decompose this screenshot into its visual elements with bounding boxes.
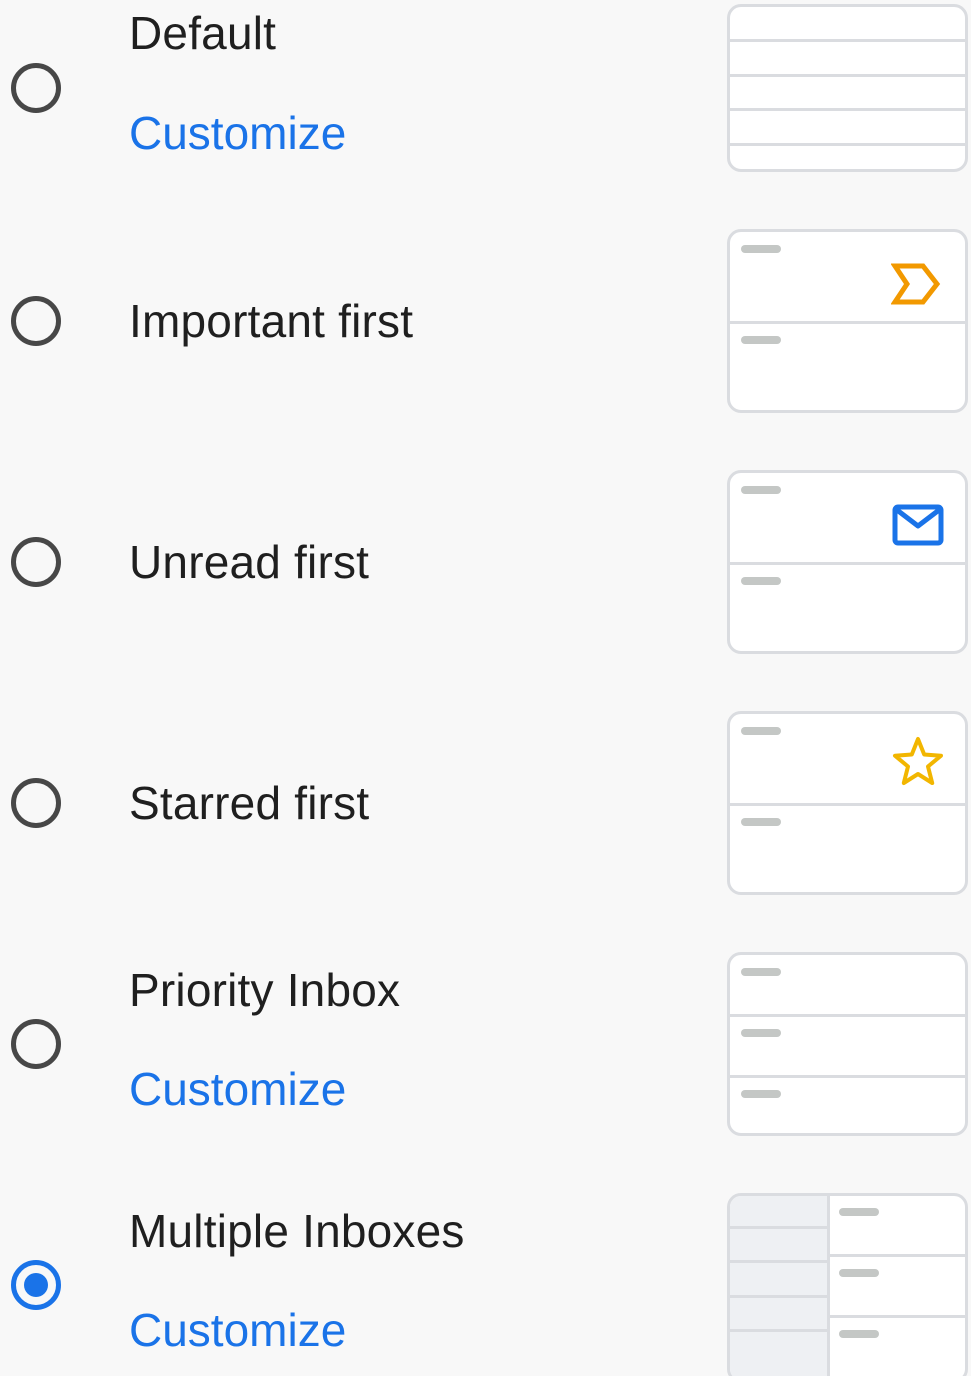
preview-side-pane bbox=[730, 1196, 830, 1376]
preview-row-divider bbox=[730, 39, 965, 42]
preview-line bbox=[741, 486, 781, 494]
preview-unread-first bbox=[727, 470, 968, 654]
option-label-multiple-inboxes: Multiple Inboxes bbox=[129, 1205, 465, 1257]
customize-default-link[interactable]: Customize bbox=[129, 110, 346, 156]
preview-important-first bbox=[727, 229, 968, 413]
preview-line bbox=[741, 818, 781, 826]
preview-row-divider bbox=[730, 321, 965, 324]
preview-row-divider bbox=[730, 1226, 827, 1229]
radio-unread-first[interactable] bbox=[11, 537, 61, 587]
preview-line bbox=[741, 727, 781, 735]
preview-priority-inbox bbox=[727, 952, 968, 1136]
preview-line bbox=[741, 245, 781, 253]
option-label-priority-inbox: Priority Inbox bbox=[129, 964, 401, 1016]
preview-row-divider bbox=[730, 803, 965, 806]
preview-multiple-inboxes bbox=[727, 1193, 968, 1376]
option-label-default: Default bbox=[129, 7, 277, 59]
customize-multiple-inboxes-link[interactable]: Customize bbox=[129, 1307, 346, 1353]
preview-line bbox=[741, 336, 781, 344]
customize-priority-inbox-link[interactable]: Customize bbox=[129, 1066, 346, 1112]
preview-line bbox=[839, 1330, 879, 1338]
inbox-type-settings: Default Customize Important first Unread… bbox=[0, 0, 971, 1376]
preview-line bbox=[839, 1208, 879, 1216]
preview-line bbox=[741, 968, 781, 976]
preview-row-divider bbox=[730, 1014, 965, 1017]
preview-line bbox=[839, 1269, 879, 1277]
radio-default[interactable] bbox=[11, 63, 61, 113]
option-label-starred-first: Starred first bbox=[129, 777, 370, 829]
preview-row-divider bbox=[730, 1329, 827, 1332]
radio-starred-first[interactable] bbox=[11, 778, 61, 828]
preview-row-divider bbox=[730, 143, 965, 146]
radio-multiple-inboxes[interactable] bbox=[11, 1260, 61, 1310]
preview-line bbox=[741, 1029, 781, 1037]
radio-important-first[interactable] bbox=[11, 296, 61, 346]
preview-row-divider bbox=[730, 1295, 827, 1298]
option-label-unread-first: Unread first bbox=[129, 536, 370, 588]
envelope-icon bbox=[892, 504, 944, 546]
preview-row-divider bbox=[730, 1075, 965, 1078]
preview-line bbox=[741, 577, 781, 585]
option-label-important-first: Important first bbox=[129, 295, 414, 347]
preview-row-divider bbox=[830, 1254, 965, 1257]
preview-line bbox=[741, 1090, 781, 1098]
radio-priority-inbox[interactable] bbox=[11, 1019, 61, 1069]
preview-row-divider bbox=[730, 108, 965, 111]
preview-row-divider bbox=[730, 562, 965, 565]
star-outline-icon bbox=[893, 737, 943, 785]
preview-row-divider bbox=[730, 74, 965, 77]
preview-default bbox=[727, 4, 968, 172]
preview-row-divider bbox=[830, 1315, 965, 1318]
preview-starred-first bbox=[727, 711, 968, 895]
preview-row-divider bbox=[730, 1260, 827, 1263]
important-marker-icon bbox=[891, 263, 941, 305]
